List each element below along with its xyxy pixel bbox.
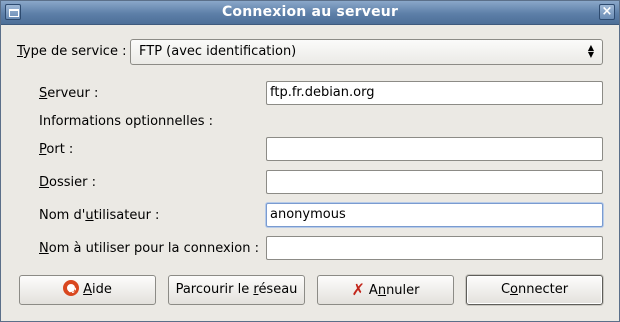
cancel-x-icon: ✗ (351, 280, 365, 299)
service-type-label: Type de service : (17, 44, 127, 59)
combo-arrows-icon: ▲ ▼ (587, 43, 595, 59)
folder-input[interactable] (266, 170, 603, 194)
connection-name-input[interactable] (266, 236, 603, 260)
connect-button[interactable]: Connecter (466, 275, 603, 305)
cancel-button[interactable]: ✗ Annuler (317, 275, 454, 305)
help-lifebuoy-icon (63, 280, 80, 296)
browse-network-button[interactable]: Parcourir le réseau (168, 275, 305, 305)
window-title: Connexion au serveur (221, 4, 399, 20)
help-button[interactable]: Aide (19, 275, 156, 305)
username-label: Nom d'utilisateur : (39, 208, 160, 223)
service-type-select[interactable]: FTP (avec identification) ▲ ▼ (130, 39, 603, 65)
username-input[interactable]: anonymous (266, 203, 603, 227)
service-type-value: FTP (avec identification) (139, 44, 297, 59)
close-icon[interactable]: × (599, 4, 615, 20)
server-label: Serveur : (39, 86, 99, 101)
optional-info-heading: Informations optionnelles : (39, 114, 214, 129)
server-input[interactable]: ftp.fr.debian.org (266, 81, 603, 105)
folder-label: Dossier : (39, 175, 96, 190)
port-label: Port : (39, 142, 74, 157)
port-input[interactable] (266, 137, 603, 161)
title-bar: Connexion au serveur × (1, 1, 619, 25)
connection-name-label: Nom à utiliser pour la connexion : (39, 241, 259, 256)
connect-to-server-dialog: Connexion au serveur × Type de service :… (0, 0, 620, 322)
